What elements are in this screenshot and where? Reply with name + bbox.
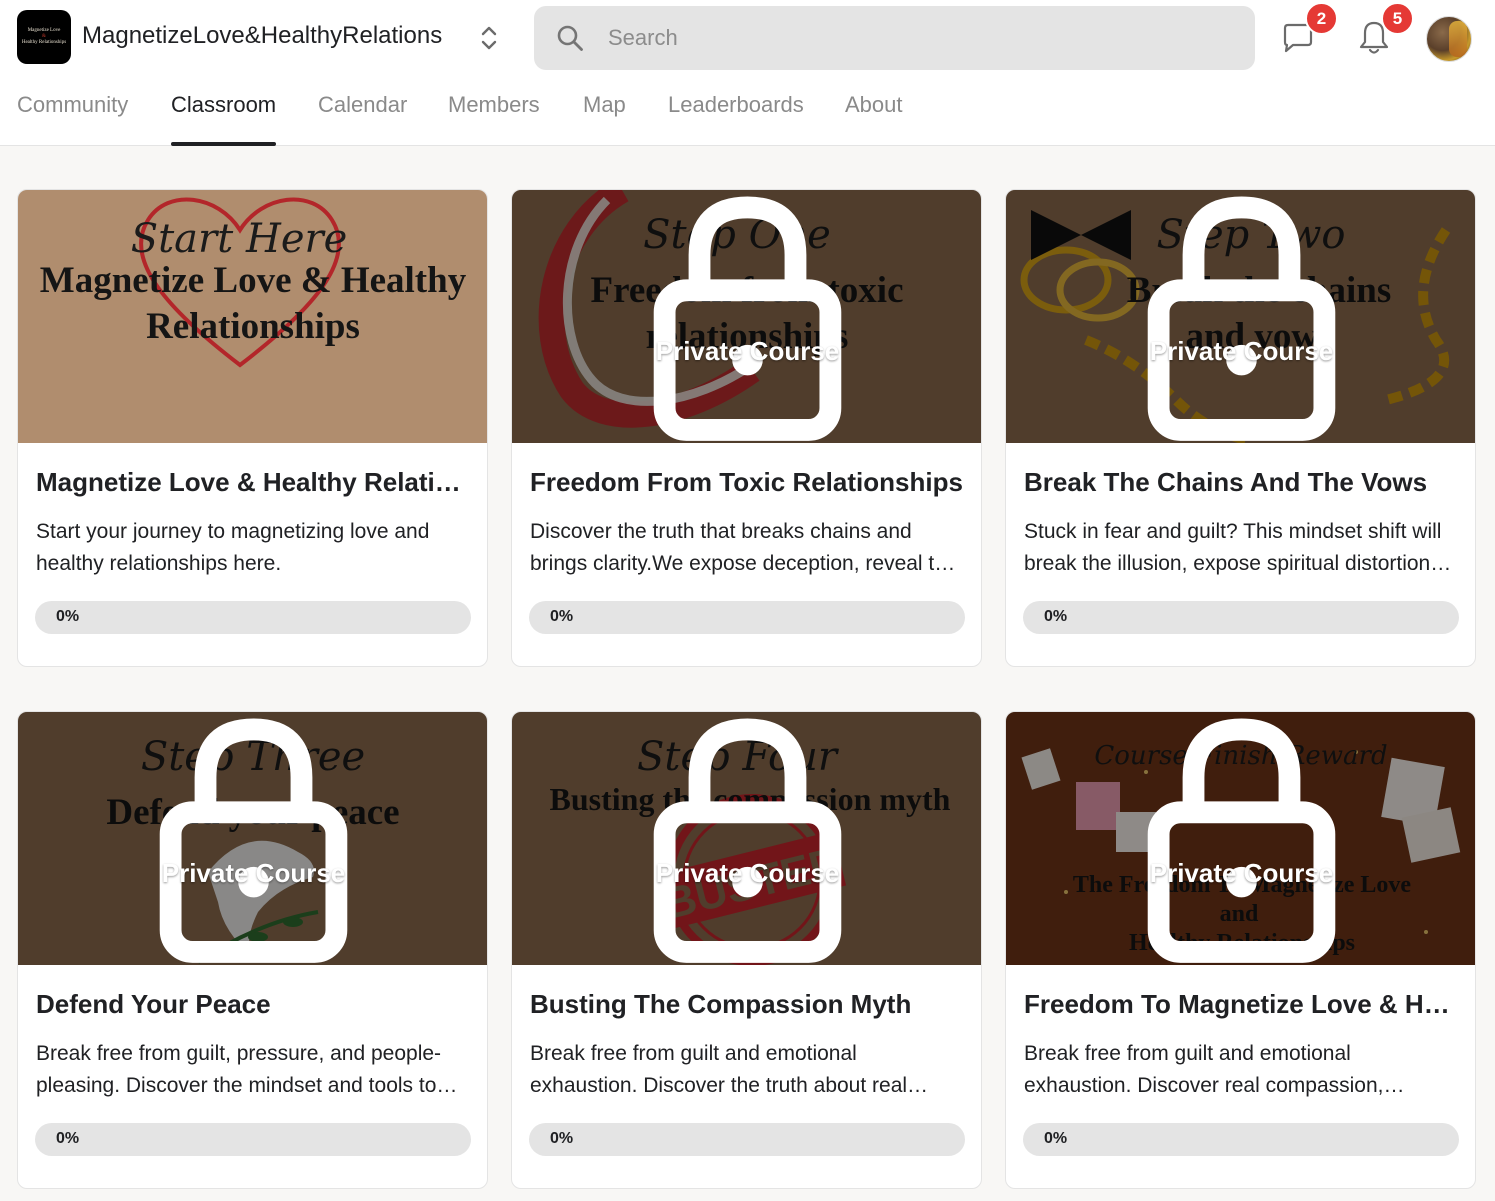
course-thumbnail: Step One Freedom from toxic relationship… [512,190,981,443]
course-description: Stuck in fear and guilt? This mindset sh… [1024,520,1442,575]
course-card[interactable]: Step Three Defend your peace Private Cou… [17,711,488,1189]
course-thumbnail: Step Three Defend your peace Private Cou… [18,712,487,965]
course-card[interactable]: Step Two Break the chains and vows Priva… [1005,189,1476,667]
thumbnail-script-text: Start Here [131,216,348,262]
chat-count-badge: 2 [1305,2,1338,35]
group-name[interactable]: MagnetizeLove&HealthyRelations [82,22,442,50]
course-description: Start your journey to magnetizing love a… [36,520,430,575]
search-input[interactable] [608,6,1208,70]
lock-icon [1147,196,1336,441]
course-progress-bar: 0% [1023,601,1459,634]
logo-text-line-3: Healthy Relationships [21,40,67,45]
chevron-up-down-icon [481,26,497,50]
group-logo[interactable]: Magnetize Love & Healthy Relationships [17,10,71,64]
tab-community[interactable]: Community [17,92,128,146]
lock-icon [1147,718,1336,963]
group-switcher-button[interactable] [476,22,502,54]
course-thumbnail: Course Finish Reward The Freedom To Magn… [1006,712,1475,965]
course-title: Break The Chains And The Vows [1024,467,1428,497]
course-progress-label: 0% [1044,608,1068,625]
lock-icon [653,196,842,441]
course-progress-bar: 0% [1023,1123,1459,1156]
tab-members[interactable]: Members [448,92,540,146]
course-card[interactable]: Step One Freedom from toxic relationship… [511,189,982,667]
tab-calendar[interactable]: Calendar [318,92,407,146]
course-title: Freedom To Magnetize Love & Healthy Rela… [1024,989,1464,1019]
lock-icon [653,718,842,963]
course-progress-label: 0% [550,608,574,625]
private-course-label: Private Course [655,858,840,888]
course-description: Break free from guilt, pressure, and peo… [36,1042,442,1097]
course-thumbnail: Step Two Break the chains and vows Priva… [1006,190,1475,443]
course-progress-label: 0% [1044,1130,1068,1147]
tab-map[interactable]: Map [583,92,626,146]
notification-count-badge: 5 [1381,2,1414,35]
course-progress-bar: 0% [529,1123,965,1156]
course-title: Magnetize Love & Healthy Relationships [36,467,476,497]
tab-classroom[interactable]: Classroom [171,92,277,146]
search-icon [557,25,583,51]
course-thumbnail-art: Start Here Magnetize Love & Healthy Rela… [18,190,487,443]
nav-tabs: Community Classroom Calendar Members Map… [0,88,1000,146]
course-thumbnail: Start Here Magnetize Love & Healthy Rela… [18,190,487,443]
course-progress-label: 0% [56,608,80,625]
private-course-label: Private Course [161,858,346,888]
course-title: Busting The Compassion Myth [530,989,912,1019]
course-title: Freedom From Toxic Relationships [530,467,963,497]
course-thumbnail: BUSTED Step Four Busting the compassion … [512,712,981,965]
course-progress-bar: 0% [35,1123,471,1156]
course-progress-bar: 0% [529,601,965,634]
course-progress-label: 0% [56,1130,80,1147]
course-card[interactable]: Course Finish Reward The Freedom To Magn… [1005,711,1476,1189]
tab-leaderboards[interactable]: Leaderboards [668,92,804,146]
top-header: Magnetize Love & Healthy Relationships M… [0,0,1495,146]
course-progress-label: 0% [550,1130,574,1147]
tab-about[interactable]: About [845,92,903,146]
private-course-label: Private Course [1149,858,1334,888]
user-avatar[interactable] [1426,16,1472,62]
thumbnail-title-line-1: Magnetize Love & Healthy [40,260,467,301]
course-description: Break free from guilt and emotional exha… [530,1042,908,1097]
course-progress-bar: 0% [35,601,471,634]
search-bar[interactable] [534,6,1255,70]
course-card[interactable]: BUSTED Step Four Busting the compassion … [511,711,982,1189]
course-card[interactable]: Start Here Magnetize Love & Healthy Rela… [17,189,488,667]
course-description: Discover the truth that breaks chains an… [530,520,958,575]
private-course-label: Private Course [655,336,840,366]
private-course-label: Private Course [1149,336,1334,366]
thumbnail-title-line-2: Relationships [146,306,360,347]
lock-icon [159,718,348,963]
course-title: Defend Your Peace [36,989,271,1019]
course-description: Break free from guilt and emotional exha… [1024,1042,1384,1097]
